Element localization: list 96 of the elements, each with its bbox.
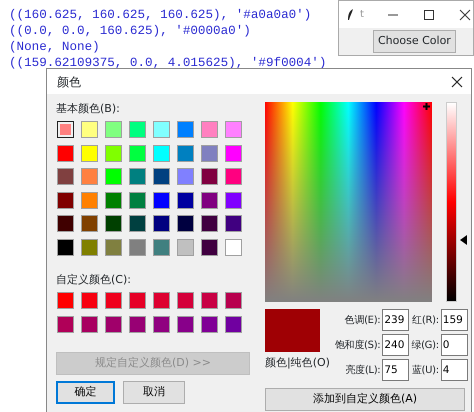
- color-swatch[interactable]: [57, 144, 74, 162]
- color-swatch[interactable]: [105, 238, 122, 256]
- color-swatch[interactable]: [177, 192, 194, 208]
- value-field[interactable]: 75: [382, 359, 410, 381]
- color-swatch[interactable]: [81, 144, 98, 162]
- color-swatch[interactable]: [129, 292, 146, 308]
- console-output-line: (None, None): [9, 39, 100, 55]
- preview-label: 颜色|纯色(O): [265, 356, 330, 369]
- console-output-line: ((160.625, 160.625, 160.625), '#a0a0a0'): [9, 7, 312, 23]
- color-swatch[interactable]: [57, 238, 74, 256]
- color-swatch[interactable]: [153, 292, 170, 308]
- field-label: 色调(E):: [344, 314, 380, 328]
- color-swatch[interactable]: [105, 144, 122, 162]
- color-swatch[interactable]: [105, 121, 122, 138]
- color-swatch[interactable]: [201, 192, 218, 208]
- color-swatch[interactable]: [177, 121, 194, 138]
- color-swatch[interactable]: [129, 168, 146, 185]
- color-swatch[interactable]: [129, 144, 146, 162]
- choose-color-button[interactable]: Choose Color: [373, 30, 456, 52]
- crosshair-icon[interactable]: [423, 103, 430, 110]
- value-field[interactable]: 0: [440, 334, 468, 356]
- color-swatch[interactable]: [177, 238, 194, 256]
- value-field[interactable]: 239: [382, 309, 410, 331]
- dialog-title: 颜色: [57, 74, 81, 90]
- add-to-custom-colors-button[interactable]: 添加到自定义颜色(A): [265, 388, 465, 411]
- color-swatch[interactable]: [153, 168, 170, 185]
- color-swatch[interactable]: [57, 292, 74, 308]
- cancel-button[interactable]: 取消: [123, 380, 185, 404]
- color-swatch[interactable]: [129, 121, 146, 138]
- color-swatch[interactable]: [225, 121, 242, 138]
- color-swatch[interactable]: [177, 144, 194, 162]
- color-swatch[interactable]: [201, 238, 218, 256]
- color-swatch[interactable]: [201, 215, 218, 232]
- color-swatch[interactable]: [153, 238, 170, 256]
- color-swatch[interactable]: [81, 292, 98, 308]
- color-swatch[interactable]: [153, 192, 170, 208]
- color-swatch[interactable]: [57, 168, 74, 185]
- color-swatch[interactable]: [153, 316, 170, 332]
- color-swatch[interactable]: [201, 168, 218, 185]
- color-swatch[interactable]: [225, 192, 242, 208]
- console-output-line: ((159.62109375, 0.0, 4.015625), '#9f0004'): [9, 55, 326, 71]
- color-swatch[interactable]: [201, 121, 218, 138]
- color-swatch[interactable]: [105, 215, 122, 232]
- ok-button[interactable]: 确定: [56, 380, 115, 404]
- value-field[interactable]: 240: [382, 334, 410, 356]
- color-swatch[interactable]: [57, 215, 74, 232]
- color-swatch[interactable]: [225, 215, 242, 232]
- color-swatch[interactable]: [81, 168, 98, 185]
- color-swatch[interactable]: [177, 292, 194, 308]
- close-icon[interactable]: [458, 8, 472, 22]
- color-swatch[interactable]: [57, 192, 74, 208]
- value-field[interactable]: 4: [440, 359, 468, 381]
- color-swatch[interactable]: [153, 121, 170, 138]
- custom-colors-label: 自定义颜色(C):: [56, 272, 132, 286]
- field-label: 蓝(U):: [411, 364, 439, 378]
- color-swatch[interactable]: [105, 192, 122, 208]
- color-swatch[interactable]: [201, 292, 218, 308]
- value-field[interactable]: 159: [440, 309, 468, 331]
- color-swatch[interactable]: [129, 238, 146, 256]
- color-swatch[interactable]: [57, 121, 74, 138]
- field-label: 饱和度(S):: [334, 338, 380, 352]
- color-swatch[interactable]: [153, 144, 170, 162]
- color-swatch[interactable]: [129, 215, 146, 232]
- color-swatch[interactable]: [81, 192, 98, 208]
- maximize-icon[interactable]: [422, 8, 436, 22]
- color-swatch[interactable]: [153, 215, 170, 232]
- color-swatch[interactable]: [177, 168, 194, 185]
- field-label: 红(R):: [411, 314, 439, 328]
- color-spectrum[interactable]: [265, 102, 432, 302]
- color-swatch[interactable]: [57, 316, 74, 332]
- color-swatch[interactable]: [201, 316, 218, 332]
- field-label: 绿(G):: [411, 338, 439, 352]
- color-swatch[interactable]: [81, 316, 98, 332]
- color-swatch[interactable]: [225, 238, 242, 256]
- color-swatch[interactable]: [81, 121, 98, 138]
- basic-colors-label: 基本颜色(B):: [56, 102, 121, 115]
- color-swatch[interactable]: [81, 238, 98, 256]
- window-title: t: [360, 8, 364, 22]
- color-swatch[interactable]: [105, 168, 122, 185]
- color-swatch[interactable]: [225, 316, 242, 332]
- field-label: 亮度(L):: [344, 364, 380, 378]
- color-swatch[interactable]: [81, 215, 98, 232]
- color-swatch[interactable]: [129, 192, 146, 208]
- slider-arrow-icon[interactable]: [460, 234, 467, 245]
- color-swatch[interactable]: [225, 144, 242, 162]
- color-swatch[interactable]: [225, 168, 242, 185]
- console-output-line: ((0.0, 0.0, 160.625), '#0000a0'): [9, 23, 251, 39]
- color-swatch[interactable]: [177, 316, 194, 332]
- feather-icon: [347, 8, 354, 20]
- color-swatch[interactable]: [201, 144, 218, 162]
- color-swatch[interactable]: [105, 292, 122, 308]
- color-swatch[interactable]: [105, 316, 122, 332]
- close-icon[interactable]: [451, 76, 463, 88]
- color-swatch[interactable]: [129, 316, 146, 332]
- color-swatch[interactable]: [177, 215, 194, 232]
- color-swatch[interactable]: [225, 292, 242, 308]
